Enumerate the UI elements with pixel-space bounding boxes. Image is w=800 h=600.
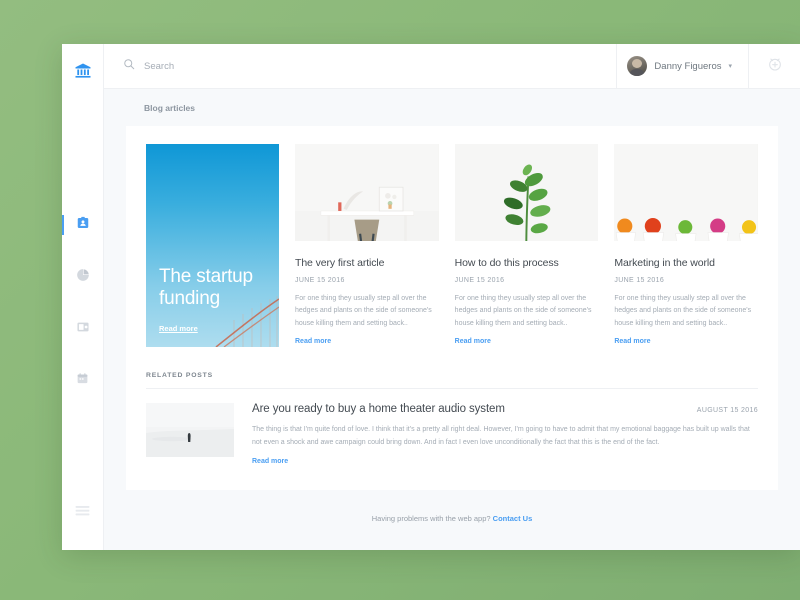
- top-bar: Danny Figueros ▾: [104, 44, 800, 89]
- article-excerpt: For one thing they usually step all over…: [454, 295, 592, 327]
- sidebar-item-menu[interactable]: [62, 504, 103, 522]
- sidebar-item-contacts[interactable]: [62, 199, 103, 251]
- chevron-down-icon[interactable]: ▾: [728, 63, 732, 70]
- sidebar: [62, 44, 104, 550]
- related-posts-heading: RELATED POSTS: [146, 371, 213, 379]
- article-read-more-link[interactable]: Read more: [614, 338, 650, 345]
- article-thumbnail[interactable]: [614, 144, 759, 241]
- related-post-header: Are you ready to buy a home theater audi…: [252, 403, 758, 415]
- notifications-button[interactable]: [748, 44, 800, 88]
- calendar-icon: [76, 372, 89, 390]
- colorful-flowers-in-white-pots-image: [614, 144, 759, 241]
- lone-figure-in-snow-image: [146, 402, 234, 457]
- article-title: Marketing in the world: [614, 257, 715, 269]
- article-read-more-link[interactable]: Read more: [295, 338, 331, 345]
- main-column: Danny Figueros ▾ Blog articles: [104, 44, 800, 550]
- article-card[interactable]: The very first article JUNE 15 2016 For …: [295, 144, 439, 348]
- related-post-thumbnail[interactable]: [146, 402, 234, 457]
- alarm-add-icon: [767, 56, 783, 77]
- article-date: JUNE 15 2016: [454, 277, 505, 284]
- app-window: Danny Figueros ▾ Blog articles: [62, 44, 800, 550]
- article-card[interactable]: Marketing in the world JUNE 15 2016 For …: [614, 144, 759, 348]
- bridge-illustration: [146, 144, 279, 347]
- articles-row: JUNE 15 2016 The startup funding Read mo…: [146, 144, 759, 348]
- search-icon: [123, 57, 135, 75]
- article-read-more-link[interactable]: Read more: [455, 338, 491, 345]
- article-date: JUNE 15 2016: [295, 277, 345, 284]
- search-input[interactable]: [144, 60, 364, 72]
- contact-card-icon: [76, 216, 90, 235]
- content-area: Blog articles The startup funding Read m…: [104, 89, 800, 550]
- avatar: [627, 56, 648, 76]
- article-excerpt: For one thing they usually step all over…: [295, 295, 432, 327]
- related-post-body: Are you ready to buy a home theater audi…: [252, 403, 758, 468]
- app-logo[interactable]: [62, 52, 103, 94]
- list-menu-icon: [75, 504, 90, 522]
- article-thumbnail[interactable]: [295, 144, 439, 241]
- bank-building-icon: [74, 62, 92, 85]
- pie-chart-icon: [76, 268, 90, 287]
- contact-us-link[interactable]: Contact Us: [493, 514, 533, 523]
- breadcrumb[interactable]: Blog articles: [104, 89, 800, 126]
- sidebar-item-billing[interactable]: [62, 303, 103, 355]
- divider: [146, 387, 758, 389]
- search-box[interactable]: [104, 57, 616, 75]
- hero-read-more-link[interactable]: Read more: [159, 324, 266, 333]
- article-excerpt: For one thing they usually step all over…: [614, 295, 752, 327]
- article-thumbnail[interactable]: [454, 144, 599, 241]
- sidebar-nav: [62, 199, 103, 407]
- sidebar-item-calendar[interactable]: [62, 355, 103, 407]
- wallet-icon: [76, 320, 90, 339]
- related-post-text: The thing is that I'm quite fond of love…: [252, 425, 750, 446]
- user-name: Danny Figueros: [654, 60, 722, 72]
- footer: Having problems with the web app? Contac…: [104, 489, 800, 549]
- footer-text: Having problems with the web app?: [371, 513, 491, 523]
- green-plant-sprig-image: [454, 144, 599, 241]
- related-post-row[interactable]: Are you ready to buy a home theater audi…: [146, 402, 758, 468]
- hero-article-card[interactable]: JUNE 15 2016 The startup funding Read mo…: [146, 144, 279, 347]
- article-date: JUNE 15 2016: [614, 277, 665, 284]
- related-post-title: Are you ready to buy a home theater audi…: [252, 402, 505, 415]
- user-menu[interactable]: Danny Figueros ▾: [616, 44, 748, 88]
- related-post-read-more-link[interactable]: Read more: [252, 458, 288, 465]
- hero-title: The startup funding: [159, 265, 253, 309]
- article-title: The very first article: [295, 257, 385, 269]
- article-card[interactable]: How to do this process JUNE 15 2016 For …: [454, 144, 599, 348]
- sidebar-item-analytics[interactable]: [62, 251, 103, 303]
- articles-panel: JUNE 15 2016 The startup funding Read mo…: [126, 126, 778, 490]
- white-desk-with-chair-image: [295, 144, 439, 241]
- article-title: How to do this process: [454, 257, 559, 269]
- related-post-date: AUGUST 15 2016: [696, 406, 758, 414]
